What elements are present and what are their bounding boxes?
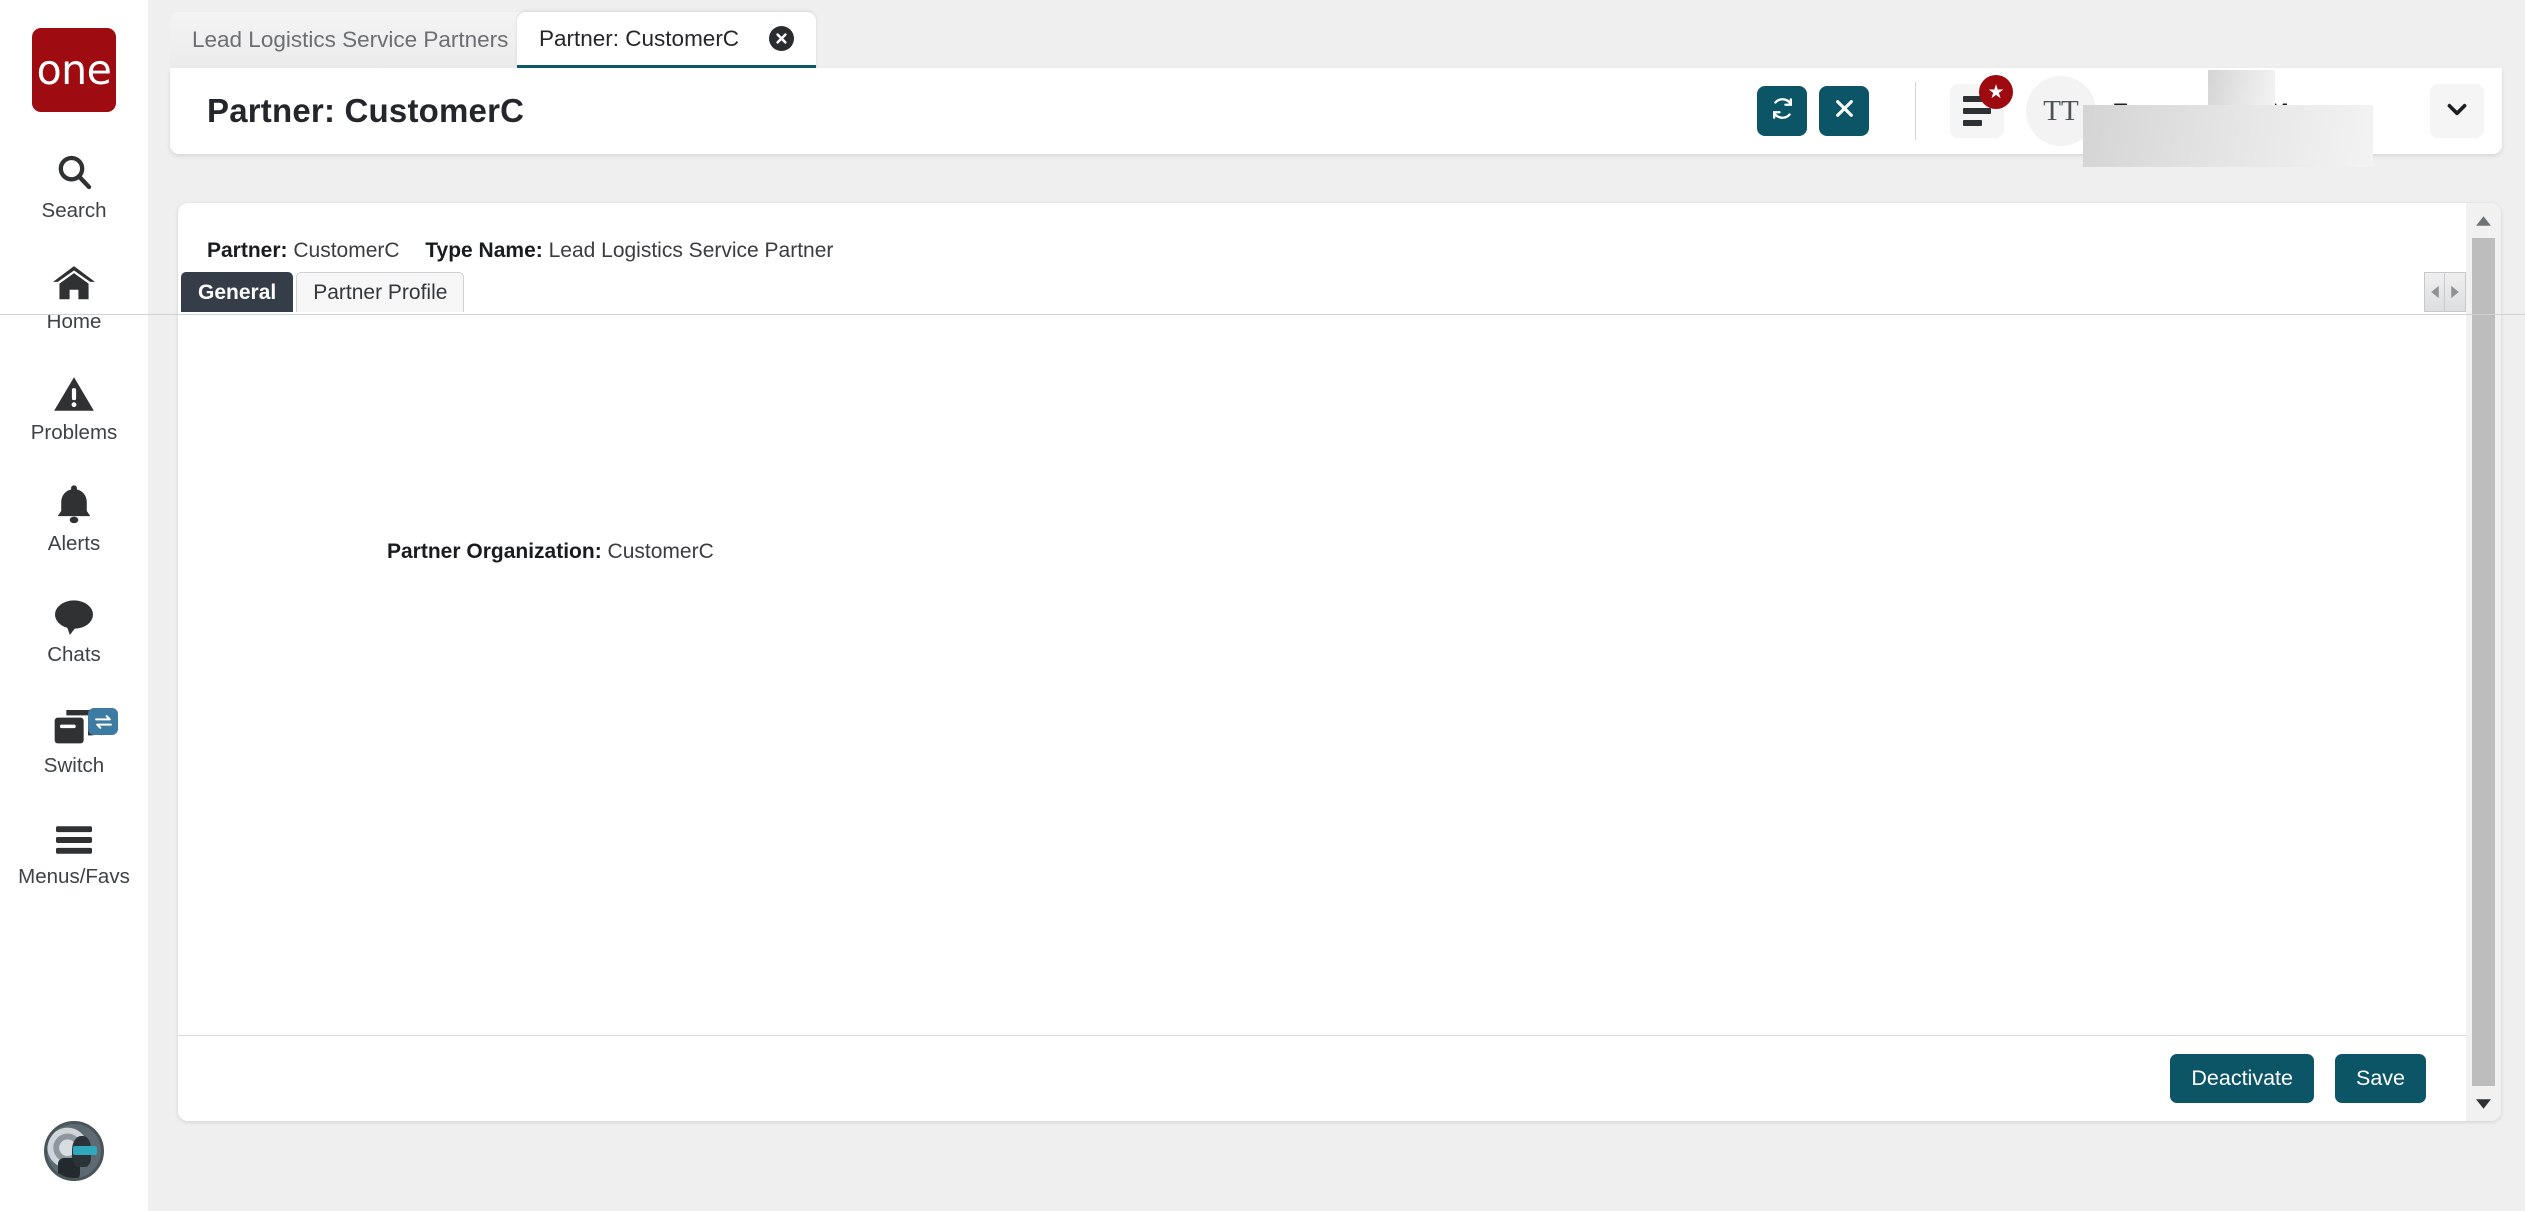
user-menu-button[interactable] xyxy=(2430,84,2484,138)
brand-logo[interactable]: one xyxy=(32,28,116,112)
robot-avatar-icon[interactable] xyxy=(44,1121,104,1181)
summary-type-value: Lead Logistics Service Partner xyxy=(548,239,834,262)
partner-detail-panel: Partner: CustomerC Type Name: Lead Logis… xyxy=(178,203,2501,1121)
sidebar-item-chats[interactable]: Chats xyxy=(0,592,148,667)
search-icon xyxy=(54,148,94,192)
sidebar-item-menus-favs[interactable]: Menus/Favs xyxy=(0,814,148,889)
triangle-right-icon[interactable] xyxy=(2445,273,2465,311)
close-x-icon xyxy=(1833,97,1856,125)
panel-vertical-scrollbar[interactable] xyxy=(2466,203,2501,1121)
avatar-visor xyxy=(72,1145,97,1155)
chat-bubble-icon xyxy=(53,592,95,636)
refresh-icon xyxy=(1770,96,1795,126)
close-circle-icon[interactable] xyxy=(769,26,795,51)
sidebar-item-label: Search xyxy=(41,199,107,222)
summary-type-label: Type Name: xyxy=(425,239,543,262)
subtab-label: Partner Profile xyxy=(313,280,448,304)
close-page-button[interactable] xyxy=(1819,86,1869,136)
subtab-bar: General Partner Profile xyxy=(181,272,467,312)
summary-partner-label: Partner: xyxy=(207,239,288,262)
left-sidebar: one Search Home Problems Alerts Chats Sw… xyxy=(0,0,148,1211)
page-title: Partner: CustomerC xyxy=(207,92,525,129)
sidebar-item-label: Chats xyxy=(47,643,101,666)
tab-partner-customerc[interactable]: Partner: CustomerC xyxy=(517,12,817,69)
summary-partner-value: CustomerC xyxy=(293,239,400,262)
star-icon: ★ xyxy=(1979,75,2013,109)
sidebar-item-label: Switch xyxy=(43,754,105,777)
sidebar-item-label: Alerts xyxy=(47,532,101,555)
deactivate-button[interactable]: Deactivate xyxy=(2170,1054,2314,1103)
field-value: CustomerC xyxy=(607,540,714,563)
partner-summary: Partner: CustomerC Type Name: Lead Logis… xyxy=(207,239,833,263)
sidebar-item-problems[interactable]: Problems xyxy=(0,370,148,445)
tab-label: Lead Logistics Service Partners xyxy=(192,27,509,52)
redacted-block xyxy=(2083,105,2373,167)
sidebar-item-alerts[interactable]: Alerts xyxy=(0,481,148,556)
tab-label: Partner: CustomerC xyxy=(539,25,740,51)
bell-icon xyxy=(55,481,93,525)
warning-triangle-icon xyxy=(53,370,95,414)
triangle-up-icon[interactable] xyxy=(2466,203,2501,238)
sidebar-item-search[interactable]: Search xyxy=(0,148,148,223)
swap-arrows-icon[interactable] xyxy=(88,708,118,735)
panel-footer-actions: Deactivate Save xyxy=(178,1035,2501,1121)
sidebar-item-switch[interactable]: Switch xyxy=(0,703,148,778)
redacted-block xyxy=(2208,70,2275,105)
field-label: Partner Organization: xyxy=(387,540,602,563)
chevron-down-icon xyxy=(2444,96,2470,127)
subtab-label: General xyxy=(198,280,277,304)
notifications-menu-button[interactable]: ★ xyxy=(1950,75,2013,138)
triangle-left-icon[interactable] xyxy=(2425,273,2445,311)
refresh-button[interactable] xyxy=(1757,86,1807,136)
triangle-down-icon[interactable] xyxy=(2466,1086,2501,1121)
browser-tab-bar: Lead Logistics Service Partners Partner:… xyxy=(170,0,2525,69)
scrollbar-thumb[interactable] xyxy=(2472,238,2495,1086)
partner-organization-field: Partner Organization: CustomerC xyxy=(387,540,714,564)
sidebar-item-label: Menus/Favs xyxy=(18,865,130,888)
save-button[interactable]: Save xyxy=(2334,1054,2426,1103)
header-divider xyxy=(1915,82,1916,140)
subtab-partner-profile[interactable]: Partner Profile xyxy=(296,272,465,312)
subtab-general[interactable]: General xyxy=(181,272,294,312)
sidebar-item-label: Problems xyxy=(30,421,118,444)
hamburger-icon xyxy=(52,814,96,858)
subtab-scroll-controls xyxy=(2424,272,2466,312)
